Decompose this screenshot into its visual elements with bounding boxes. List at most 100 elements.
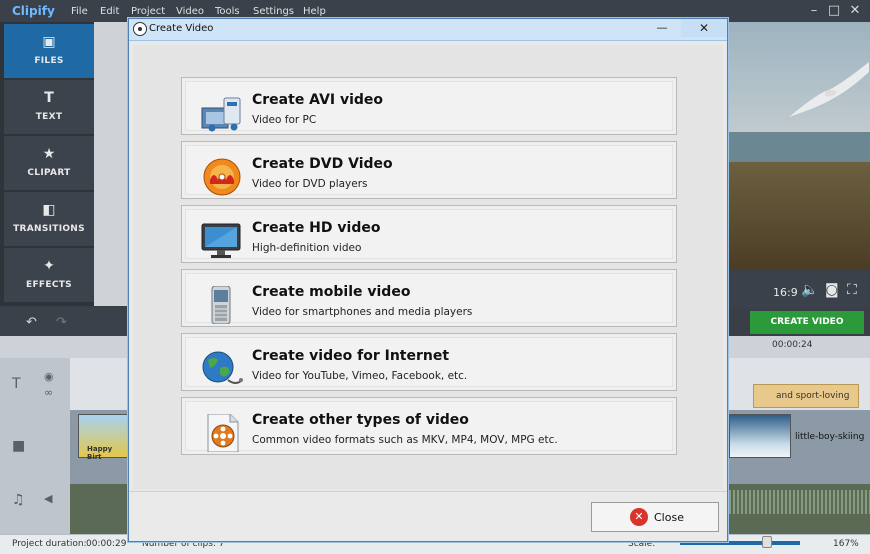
menu-edit[interactable]: Edit [100, 6, 119, 17]
files-area [94, 22, 128, 306]
option-inner: Create AVI video Video for PC [185, 81, 673, 132]
option-title: Create other types of video [252, 412, 469, 428]
timeline-clip-left[interactable]: Happy Birt [78, 414, 130, 461]
option-title: Create DVD Video [252, 156, 393, 172]
create-video-dialog: Create Video — ✕ Create AVI video Video … [128, 18, 728, 542]
mobile-phone-icon [211, 286, 231, 324]
timeline-clip-right[interactable] [729, 414, 791, 458]
avi-film-icon [201, 97, 241, 132]
preview-sea [729, 132, 870, 162]
option-subtitle: Video for smartphones and media players [252, 306, 473, 318]
preview-sand [729, 162, 870, 270]
option-subtitle: Video for DVD players [252, 178, 368, 190]
video-camera-icon: ■ [12, 438, 26, 454]
text-track-icon: T [12, 376, 21, 392]
redo-icon[interactable]: ↷ [56, 315, 67, 330]
duration-value: 00:00:29 [86, 539, 127, 549]
menu-tools[interactable]: Tools [215, 6, 240, 17]
preview-toolbar: 16:9 🔈 ◙ ⛶ [729, 270, 870, 308]
magic-wand-icon: ✦ [43, 258, 55, 274]
text-icon: T [44, 90, 54, 106]
option-inner: Create video for Internet Video for YouT… [185, 337, 673, 387]
dialog-close-icon[interactable]: ✕ [681, 19, 727, 37]
aspect-ratio[interactable]: 16:9 [773, 286, 798, 299]
sidebar-tab-effects[interactable]: ✦ EFFECTS [4, 248, 94, 302]
sidebar-tab-label: FILES [34, 56, 64, 66]
sidebar-tab-label: EFFECTS [26, 280, 72, 290]
star-icon: ★ [42, 146, 56, 162]
menu-help[interactable]: Help [303, 6, 326, 17]
monitor-icon [201, 223, 241, 258]
audio-volume-icon[interactable]: ◀ [44, 492, 52, 505]
globe-icon [202, 351, 243, 384]
close-button[interactable]: ✕ Close [591, 502, 719, 532]
option-other[interactable]: Create other types of video Common video… [181, 397, 677, 455]
film-reel-icon [133, 22, 147, 36]
sidebar-tab-label: TRANSITIONS [13, 224, 85, 234]
dvd-disc-icon [203, 158, 241, 196]
video-preview [729, 22, 870, 270]
close-circle-icon: ✕ [630, 508, 648, 526]
dialog-minimize-icon[interactable]: — [649, 21, 675, 37]
seagull-image [789, 62, 869, 117]
option-dvd[interactable]: Create DVD Video Video for DVD players [181, 141, 677, 199]
camera-icon[interactable]: ◙ [825, 282, 839, 298]
option-inner: Create other types of video Common video… [185, 401, 673, 452]
text-clip[interactable]: and sport-loving [753, 384, 859, 408]
time-marker: 00:00:24 [772, 340, 813, 350]
menu-project[interactable]: Project [131, 6, 165, 17]
tracks-header: T ◉ ∞ ■ ♫ ◀ [0, 358, 70, 534]
option-inner: Create mobile video Video for smartphone… [185, 273, 673, 324]
option-subtitle: Video for YouTube, Vimeo, Facebook, etc. [252, 370, 468, 382]
option-avi[interactable]: Create AVI video Video for PC [181, 77, 677, 135]
option-inner: Create HD video High-definition video [185, 209, 673, 259]
eye-icon[interactable]: ◉ [44, 370, 54, 383]
close-icon[interactable]: ✕ [845, 3, 865, 18]
dialog-content: Create AVI video Video for PC Create DVD… [133, 45, 723, 489]
audio-waveform [729, 490, 870, 514]
clip-right-label: little-boy-skiing [795, 432, 865, 442]
sidebar-tab-label: TEXT [35, 112, 63, 122]
side-panel: ▣ FILES T TEXT ★ CLIPART ◧ TRANSITIONS ✦… [0, 22, 94, 306]
film-reel-document-icon [207, 414, 239, 452]
minimize-icon[interactable]: – [804, 3, 824, 18]
duration-label: Project duration: [12, 539, 87, 549]
menu-file[interactable]: File [71, 6, 88, 17]
sidebar-tab-text[interactable]: T TEXT [4, 80, 94, 134]
fullscreen-icon[interactable]: ⛶ [847, 282, 857, 298]
dialog-titlebar: Create Video — ✕ [129, 19, 727, 41]
close-button-label: Close [654, 511, 684, 524]
option-title: Create video for Internet [252, 348, 450, 364]
maximize-icon[interactable]: □ [824, 3, 844, 18]
music-icon: ♫ [12, 492, 25, 508]
option-subtitle: Common video formats such as MKV, MP4, M… [252, 434, 558, 446]
dialog-footer: ✕ Close [129, 491, 727, 541]
dialog-title: Create Video [149, 23, 214, 34]
option-subtitle: High-definition video [252, 242, 362, 254]
undo-icon[interactable]: ↶ [26, 315, 37, 330]
sidebar-tab-transitions[interactable]: ◧ TRANSITIONS [4, 192, 94, 246]
image-icon: ▣ [42, 34, 56, 50]
transitions-icon: ◧ [42, 202, 56, 218]
menu-settings[interactable]: Settings [253, 6, 294, 17]
option-title: Create AVI video [252, 92, 384, 108]
option-mobile[interactable]: Create mobile video Video for smartphone… [181, 269, 677, 327]
clip-thumbnail-text: Happy Birt [87, 445, 113, 461]
option-internet[interactable]: Create video for Internet Video for YouT… [181, 333, 677, 391]
sidebar-tab-clipart[interactable]: ★ CLIPART [4, 136, 94, 190]
option-title: Create mobile video [252, 284, 411, 300]
sidebar-tab-label: CLIPART [27, 168, 71, 178]
text-clip-label: and sport-loving [776, 391, 850, 401]
app-logo: Clipify [12, 4, 55, 18]
option-title: Create HD video [252, 220, 381, 236]
volume-icon[interactable]: 🔈 [801, 282, 818, 298]
create-video-button[interactable]: CREATE VIDEO [750, 311, 864, 334]
sidebar-tab-files[interactable]: ▣ FILES [4, 24, 94, 78]
zoom-value: 167% [833, 539, 859, 549]
option-hd[interactable]: Create HD video High-definition video [181, 205, 677, 263]
option-subtitle: Video for PC [252, 114, 317, 126]
option-inner: Create DVD Video Video for DVD players [185, 145, 673, 196]
link-icon[interactable]: ∞ [44, 386, 53, 399]
menu-video[interactable]: Video [176, 6, 204, 17]
zoom-slider-handle[interactable] [762, 536, 772, 548]
